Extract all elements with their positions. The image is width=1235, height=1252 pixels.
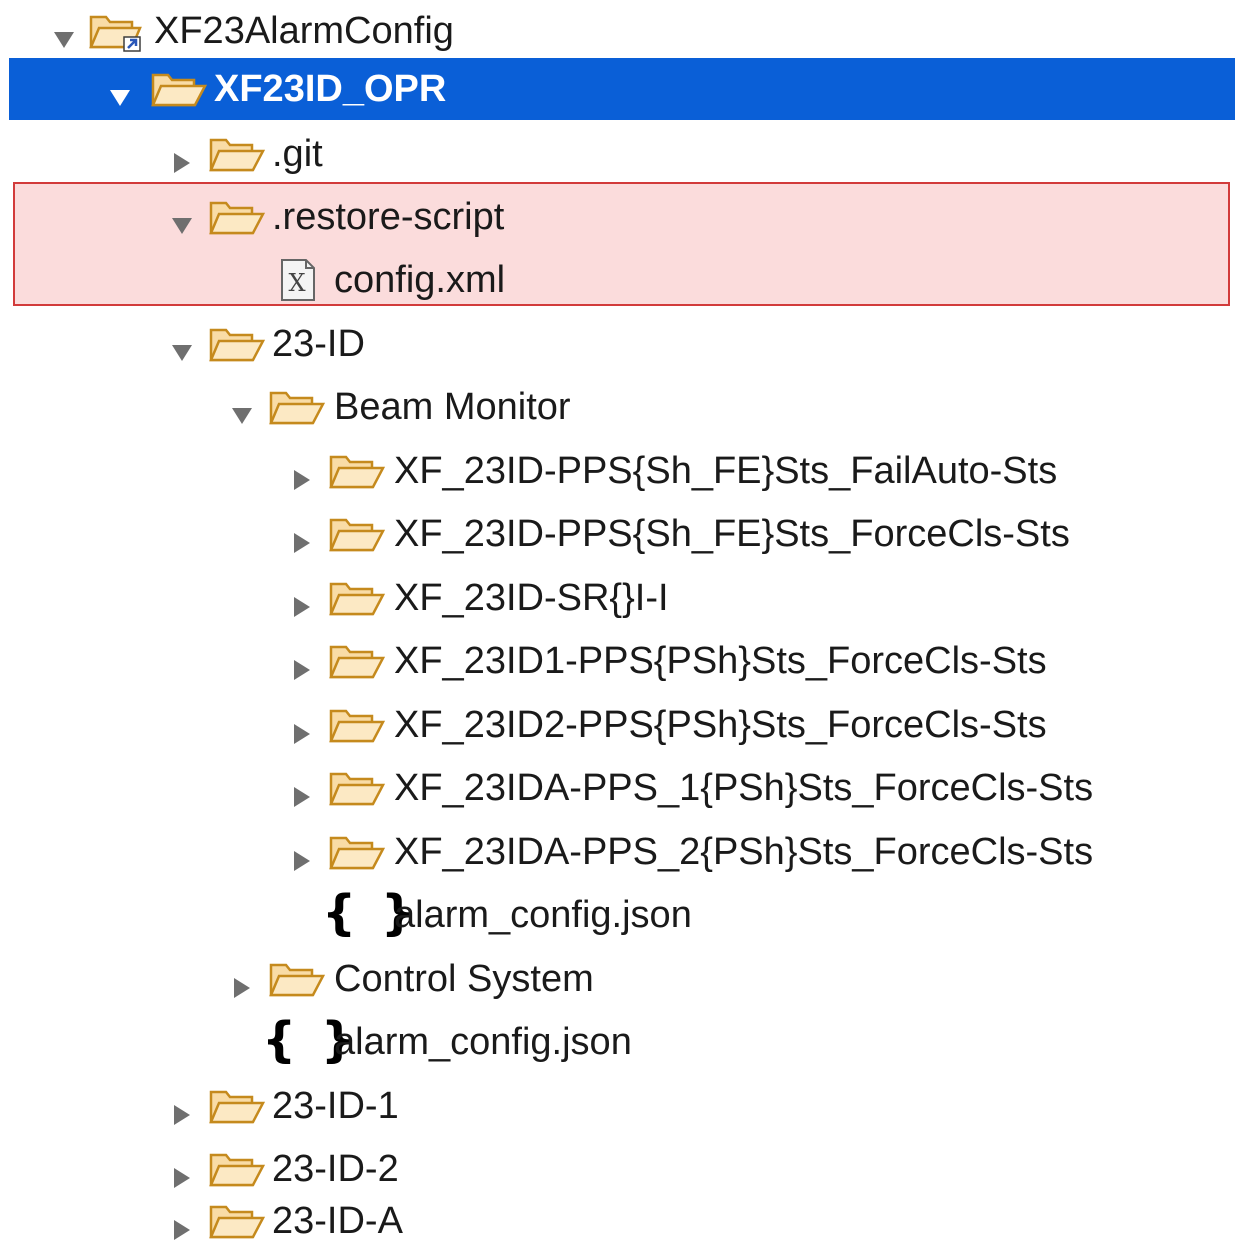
tree-item-label: XF_23ID2-PPS{PSh}Sts_ForceCls-Sts — [394, 704, 1047, 746]
open-folder-icon — [268, 959, 326, 1001]
tree-item-label: Beam Monitor — [334, 386, 571, 428]
expanded-arrow-icon[interactable] — [108, 77, 132, 106]
tree-item-23-id[interactable]: 23-ID — [0, 313, 1235, 375]
tree-item-pv-folder[interactable]: XF_23ID-PPS{Sh_FE}Sts_FailAuto-Sts — [0, 440, 1235, 502]
project-explorer-tree: XF23AlarmConfig XF23ID_OPR .git .restore… — [0, 0, 1235, 1252]
tree-item-project[interactable]: XF23AlarmConfig — [0, 0, 1235, 62]
tree-item-label: config.xml — [334, 259, 506, 301]
tree-item-alarm-config-json[interactable]: { } alarm_config.json — [0, 884, 1235, 946]
tree-item-label: XF_23IDA-PPS_2{PSh}Sts_ForceCls-Sts — [394, 831, 1094, 873]
collapsed-arrow-icon[interactable] — [290, 713, 314, 744]
tree-item-pv-folder[interactable]: XF_23ID2-PPS{PSh}Sts_ForceCls-Sts — [0, 694, 1235, 756]
open-folder-icon — [208, 134, 266, 176]
expanded-arrow-icon[interactable] — [230, 395, 254, 424]
open-folder-icon — [208, 1086, 266, 1128]
tree-item-config-xml[interactable]: X config.xml — [0, 249, 1235, 311]
tree-item-label: .git — [272, 133, 323, 175]
tree-item-label: XF_23IDA-PPS_1{PSh}Sts_ForceCls-Sts — [394, 767, 1094, 809]
tree-item-label: alarm_config.json — [334, 1021, 632, 1063]
open-folder-icon — [328, 451, 386, 493]
collapsed-arrow-icon[interactable] — [290, 776, 314, 807]
collapsed-arrow-icon[interactable] — [290, 459, 314, 490]
collapsed-arrow-icon[interactable] — [230, 967, 254, 998]
open-folder-icon — [208, 1149, 266, 1191]
tree-item-label: .restore-script — [272, 196, 505, 238]
tree-item-label: XF_23ID-PPS{Sh_FE}Sts_FailAuto-Sts — [394, 450, 1058, 492]
tree-item-label: XF_23ID-SR{}I-I — [394, 577, 669, 619]
project-folder-icon — [88, 11, 146, 53]
open-folder-icon — [208, 197, 266, 239]
tree-item-label: XF_23ID1-PPS{PSh}Sts_ForceCls-Sts — [394, 640, 1047, 682]
open-folder-icon — [208, 324, 266, 366]
tree-item-23-id-a[interactable]: 23-ID-A — [0, 1190, 1235, 1252]
collapsed-arrow-icon[interactable] — [290, 586, 314, 617]
open-folder-icon — [268, 387, 326, 429]
tree-item-alarm-config-json[interactable]: { } alarm_config.json — [0, 1011, 1235, 1073]
svg-text:X: X — [288, 269, 305, 297]
tree-item-pv-folder[interactable]: XF_23ID-PPS{Sh_FE}Sts_ForceCls-Sts — [0, 503, 1235, 565]
tree-item-label: 23-ID-A — [272, 1200, 403, 1242]
open-folder-icon — [328, 641, 386, 683]
open-folder-icon — [208, 1201, 266, 1243]
expanded-arrow-icon[interactable] — [170, 332, 194, 361]
collapsed-arrow-icon[interactable] — [290, 840, 314, 871]
tree-item-pv-folder[interactable]: XF_23ID1-PPS{PSh}Sts_ForceCls-Sts — [0, 630, 1235, 692]
tree-item-beam-monitor[interactable]: Beam Monitor — [0, 376, 1235, 438]
tree-item-control-system[interactable]: Control System — [0, 948, 1235, 1010]
collapsed-arrow-icon[interactable] — [170, 1157, 194, 1188]
open-folder-icon — [328, 514, 386, 556]
collapsed-arrow-icon[interactable] — [290, 649, 314, 680]
open-folder-icon — [328, 768, 386, 810]
open-folder-icon — [150, 69, 208, 111]
expanded-arrow-icon[interactable] — [170, 205, 194, 234]
xml-file-icon: X — [280, 258, 316, 302]
tree-item-label: 23-ID — [272, 323, 365, 365]
collapsed-arrow-icon[interactable] — [170, 1094, 194, 1125]
tree-item-label: 23-ID-1 — [272, 1085, 399, 1127]
collapsed-arrow-icon[interactable] — [170, 142, 194, 173]
tree-item-pv-folder[interactable]: XF_23ID-SR{}I-I — [0, 567, 1235, 629]
open-folder-icon — [328, 705, 386, 747]
tree-item-pv-folder[interactable]: XF_23IDA-PPS_2{PSh}Sts_ForceCls-Sts — [0, 821, 1235, 883]
tree-item-git[interactable]: .git — [0, 123, 1235, 185]
open-folder-icon — [328, 578, 386, 620]
tree-item-label: alarm_config.json — [394, 894, 692, 936]
tree-item-23-id-1[interactable]: 23-ID-1 — [0, 1075, 1235, 1137]
tree-item-restore-script[interactable]: .restore-script — [0, 186, 1235, 248]
tree-item-label: XF23ID_OPR — [214, 68, 447, 110]
tree-item-label: Control System — [334, 958, 594, 1000]
open-folder-icon — [328, 832, 386, 874]
tree-item-label: 23-ID-2 — [272, 1148, 399, 1190]
project-label: XF23AlarmConfig — [154, 10, 454, 52]
expanded-arrow-icon[interactable] — [52, 19, 76, 48]
collapsed-arrow-icon[interactable] — [170, 1209, 194, 1240]
tree-item-pv-folder[interactable]: XF_23IDA-PPS_1{PSh}Sts_ForceCls-Sts — [0, 757, 1235, 819]
tree-item-xf23id-opr[interactable]: XF23ID_OPR — [9, 58, 1235, 120]
collapsed-arrow-icon[interactable] — [290, 522, 314, 553]
tree-item-label: XF_23ID-PPS{Sh_FE}Sts_ForceCls-Sts — [394, 513, 1070, 555]
